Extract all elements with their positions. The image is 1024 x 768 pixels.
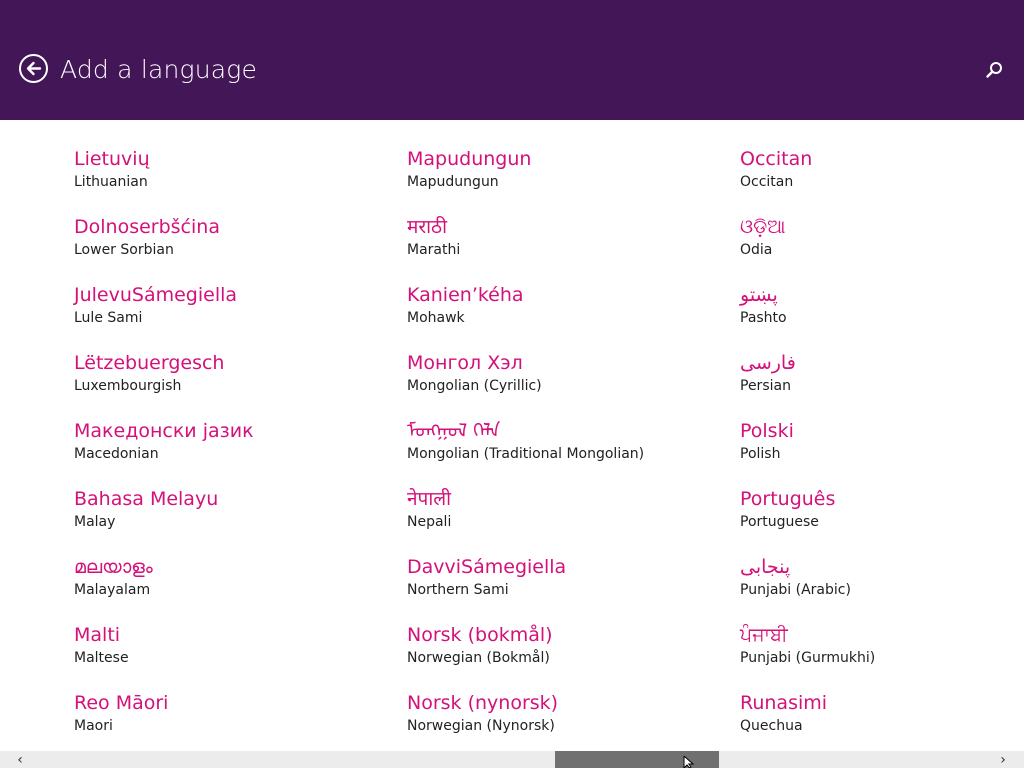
language-native-name: Mapudungun — [407, 148, 532, 170]
language-native-name: नेपाली — [407, 488, 452, 510]
language-item[interactable]: پښتو Pashto — [740, 282, 1024, 344]
language-english-name: Nepali — [407, 514, 452, 530]
language-english-name: Pashto — [740, 310, 787, 326]
language-native-name: Occitan — [740, 148, 813, 170]
language-english-name: Luxembourgish — [74, 378, 182, 394]
language-english-name: Punjabi (Gurmukhi) — [740, 650, 876, 666]
language-english-name: Lithuanian — [74, 174, 148, 190]
language-item[interactable]: Runasimi Quechua — [740, 690, 1024, 752]
language-item[interactable]: Malti Maltese — [74, 622, 394, 684]
language-item[interactable]: Norsk (bokmål) Norwegian (Bokmål) — [407, 622, 727, 684]
language-item[interactable]: Lietuvių Lithuanian — [74, 146, 394, 208]
language-native-name: پښتو — [740, 284, 778, 306]
language-native-name: Reo Māori — [74, 692, 169, 714]
language-item[interactable]: JulevuSámegiella Lule Sami — [74, 282, 394, 344]
header-bar: Add a language — [0, 0, 1024, 120]
language-native-name: Монгол Хэл — [407, 352, 523, 374]
language-item[interactable]: Kanien’kéha Mohawk — [407, 282, 727, 344]
language-item[interactable]: ᠮᠣᠩᠭᠣᠯ ᠬᠡᠯᠡ Mongolian (Traditional Mongol… — [407, 418, 727, 480]
language-english-name: Quechua — [740, 718, 803, 734]
language-english-name: Occitan — [740, 174, 794, 190]
page-title: Add a language — [60, 55, 258, 84]
language-english-name: Maltese — [74, 650, 129, 666]
language-native-name: मराठी — [407, 216, 448, 238]
language-list: Lietuvių Lithuanian Dolnoserbšćina Lower So… — [0, 120, 1024, 751]
language-english-name: Maori — [74, 718, 113, 734]
language-item[interactable]: فارسی Persian — [740, 350, 1024, 412]
language-item[interactable]: ଓଡ଼ିଆ Odia — [740, 214, 1024, 276]
language-english-name: Mohawk — [407, 310, 465, 326]
language-native-name: ਪੰਜਾਬੀ — [740, 624, 788, 646]
language-english-name: Macedonian — [74, 446, 159, 462]
language-english-name: Malayalam — [74, 582, 151, 598]
language-item[interactable]: Mapudungun Mapudungun — [407, 146, 727, 208]
language-native-name: Polski — [740, 420, 794, 442]
language-english-name: Persian — [740, 378, 791, 394]
language-native-name: ଓଡ଼ିଆ — [740, 216, 786, 238]
scroll-left-arrow[interactable]: ‹ — [13, 753, 27, 767]
language-native-name: فارسی — [740, 352, 796, 374]
language-native-name: ᠮᠣᠩᠭᠣᠯ ᠬᠡᠯᠡ — [407, 420, 501, 442]
language-item[interactable]: मराठी Marathi — [407, 214, 727, 276]
language-english-name: Northern Sami — [407, 582, 509, 598]
language-native-name: Lietuvių — [74, 148, 150, 170]
language-item[interactable]: Occitan Occitan — [740, 146, 1024, 208]
language-native-name: Português — [740, 488, 836, 510]
language-item[interactable]: پنجابی Punjabi (Arabic) — [740, 554, 1024, 616]
language-native-name: Norsk (nynorsk) — [407, 692, 559, 714]
language-english-name: Mongolian (Cyrillic) — [407, 378, 542, 394]
language-item[interactable]: Lëtzebuergesch Luxembourgish — [74, 350, 394, 412]
language-english-name: Mapudungun — [407, 174, 499, 190]
language-native-name: Malti — [74, 624, 121, 646]
search-button[interactable] — [984, 60, 1004, 80]
language-native-name: മലയാളം — [74, 556, 153, 578]
language-english-name: Mongolian (Traditional Mongolian) — [407, 446, 645, 462]
language-item[interactable]: Македонски јазик Macedonian — [74, 418, 394, 480]
language-native-name: Lëtzebuergesch — [74, 352, 225, 374]
language-native-name: DavviSámegiella — [407, 556, 567, 578]
language-english-name: Lule Sami — [74, 310, 143, 326]
language-native-name: Runasimi — [740, 692, 828, 714]
language-native-name: Kanien’kéha — [407, 284, 524, 306]
language-native-name: Македонски јазик — [74, 420, 254, 442]
scroll-right-arrow[interactable]: › — [996, 753, 1010, 767]
language-item[interactable]: Bahasa Melayu Malay — [74, 486, 394, 548]
back-arrow-icon — [26, 61, 42, 76]
search-icon — [986, 62, 1002, 78]
language-english-name: Malay — [74, 514, 116, 530]
language-english-name: Norwegian (Bokmål) — [407, 650, 550, 666]
language-native-name: پنجابی — [740, 556, 791, 578]
language-english-name: Portuguese — [740, 514, 819, 530]
language-english-name: Norwegian (Nynorsk) — [407, 718, 555, 734]
language-english-name: Punjabi (Arabic) — [740, 582, 851, 598]
language-item[interactable]: नेपाली Nepali — [407, 486, 727, 548]
language-item[interactable]: Dolnoserbšćina Lower Sorbian — [74, 214, 394, 276]
language-native-name: Bahasa Melayu — [74, 488, 219, 510]
language-english-name: Odia — [740, 242, 773, 258]
language-native-name: Norsk (bokmål) — [407, 624, 553, 646]
back-button[interactable] — [19, 54, 48, 83]
language-item[interactable]: Norsk (nynorsk) Norwegian (Nynorsk) — [407, 690, 727, 752]
language-english-name: Marathi — [407, 242, 461, 258]
language-english-name: Lower Sorbian — [74, 242, 174, 258]
language-english-name: Polish — [740, 446, 781, 462]
language-item[interactable]: ਪੰਜਾਬੀ Punjabi (Gurmukhi) — [740, 622, 1024, 684]
language-item[interactable]: Монгол Хэл Mongolian (Cyrillic) — [407, 350, 727, 412]
language-item[interactable]: DavviSámegiella Northern Sami — [407, 554, 727, 616]
language-item[interactable]: മലയാളം Malayalam — [74, 554, 394, 616]
horizontal-scrollbar[interactable]: ‹ › — [0, 751, 1024, 768]
language-item[interactable]: Polski Polish — [740, 418, 1024, 480]
language-item[interactable]: Português Portuguese — [740, 486, 1024, 548]
language-item[interactable]: Reo Māori Maori — [74, 690, 394, 752]
language-native-name: Dolnoserbšćina — [74, 216, 220, 238]
mouse-pointer-icon — [683, 756, 695, 768]
language-native-name: JulevuSámegiella — [74, 284, 238, 306]
